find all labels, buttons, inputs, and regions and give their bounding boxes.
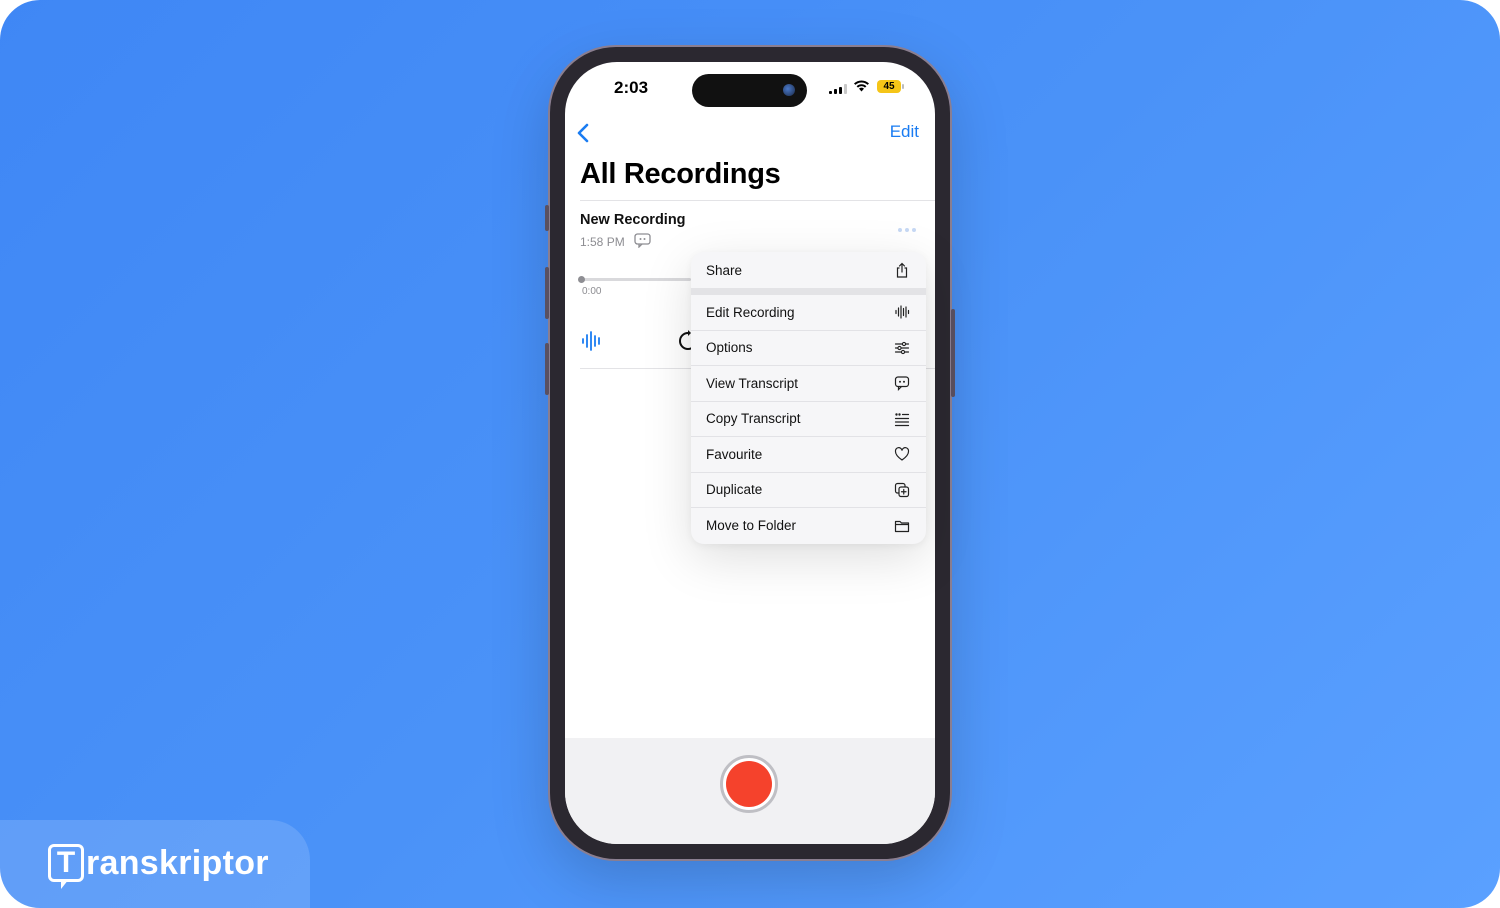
menu-item-label: Options — [706, 340, 753, 356]
back-chevron-icon[interactable] — [571, 120, 597, 146]
heart-icon — [894, 447, 910, 461]
duplicate-icon — [894, 482, 910, 497]
more-options-icon[interactable] — [898, 228, 916, 232]
menu-item-view-transcript[interactable]: View Transcript — [691, 366, 926, 402]
menu-item-options[interactable]: Options — [691, 331, 926, 366]
menu-item-edit-recording[interactable]: Edit Recording — [691, 295, 926, 331]
action-button — [545, 205, 549, 231]
page-title: All Recordings — [580, 158, 781, 190]
battery-icon: 45 — [877, 80, 904, 93]
scrubber-knob[interactable] — [578, 276, 585, 283]
menu-item-favourite[interactable]: Favourite — [691, 437, 926, 473]
menu-item-label: Duplicate — [706, 482, 763, 498]
recording-title[interactable]: New Recording — [580, 212, 686, 228]
brand-mark-icon: T — [48, 844, 84, 889]
menu-item-duplicate[interactable]: Duplicate — [691, 473, 926, 508]
share-icon — [896, 262, 908, 278]
sliders-icon — [894, 341, 910, 354]
menu-item-label: Share — [706, 262, 743, 278]
menu-item-label: Favourite — [706, 446, 763, 462]
volume-up-button — [545, 267, 549, 319]
menu-item-label: View Transcript — [706, 375, 799, 391]
menu-section-gap — [691, 288, 926, 295]
menu-item-move-to-folder[interactable]: Move to Folder — [691, 508, 926, 544]
menu-item-label: Edit Recording — [706, 304, 795, 320]
brand-logo: T ranskriptor — [48, 838, 269, 889]
battery-level: 45 — [883, 81, 895, 92]
edit-button[interactable]: Edit — [890, 122, 919, 142]
record-button[interactable] — [720, 755, 778, 813]
quote-lines-icon — [894, 413, 910, 426]
wifi-icon — [854, 80, 869, 92]
playback-scrubber[interactable] — [581, 278, 691, 281]
brand-name: ranskriptor — [86, 843, 269, 882]
waveform-edit-icon[interactable] — [581, 330, 603, 352]
record-dot-icon — [726, 761, 772, 807]
context-menu: Share Edit Recording Options View Transc… — [691, 252, 926, 544]
title-divider — [580, 200, 935, 201]
power-button — [951, 309, 955, 397]
transcript-bubble-icon — [894, 376, 910, 392]
menu-item-label: Copy Transcript — [706, 411, 801, 427]
menu-item-share[interactable]: Share — [691, 252, 926, 288]
folder-icon — [894, 520, 910, 532]
camera-icon — [783, 84, 795, 96]
dynamic-island — [692, 74, 807, 107]
recording-time: 1:58 PM — [580, 235, 625, 249]
cellular-signal-icon — [829, 84, 847, 94]
transcript-badge-icon — [634, 233, 651, 248]
menu-item-label: Move to Folder — [706, 518, 797, 534]
menu-item-copy-transcript[interactable]: Copy Transcript — [691, 402, 926, 437]
volume-down-button — [545, 343, 549, 395]
status-time: 2:03 — [614, 78, 649, 97]
playback-position: 0:00 — [582, 286, 602, 297]
waveform-icon — [895, 305, 910, 319]
